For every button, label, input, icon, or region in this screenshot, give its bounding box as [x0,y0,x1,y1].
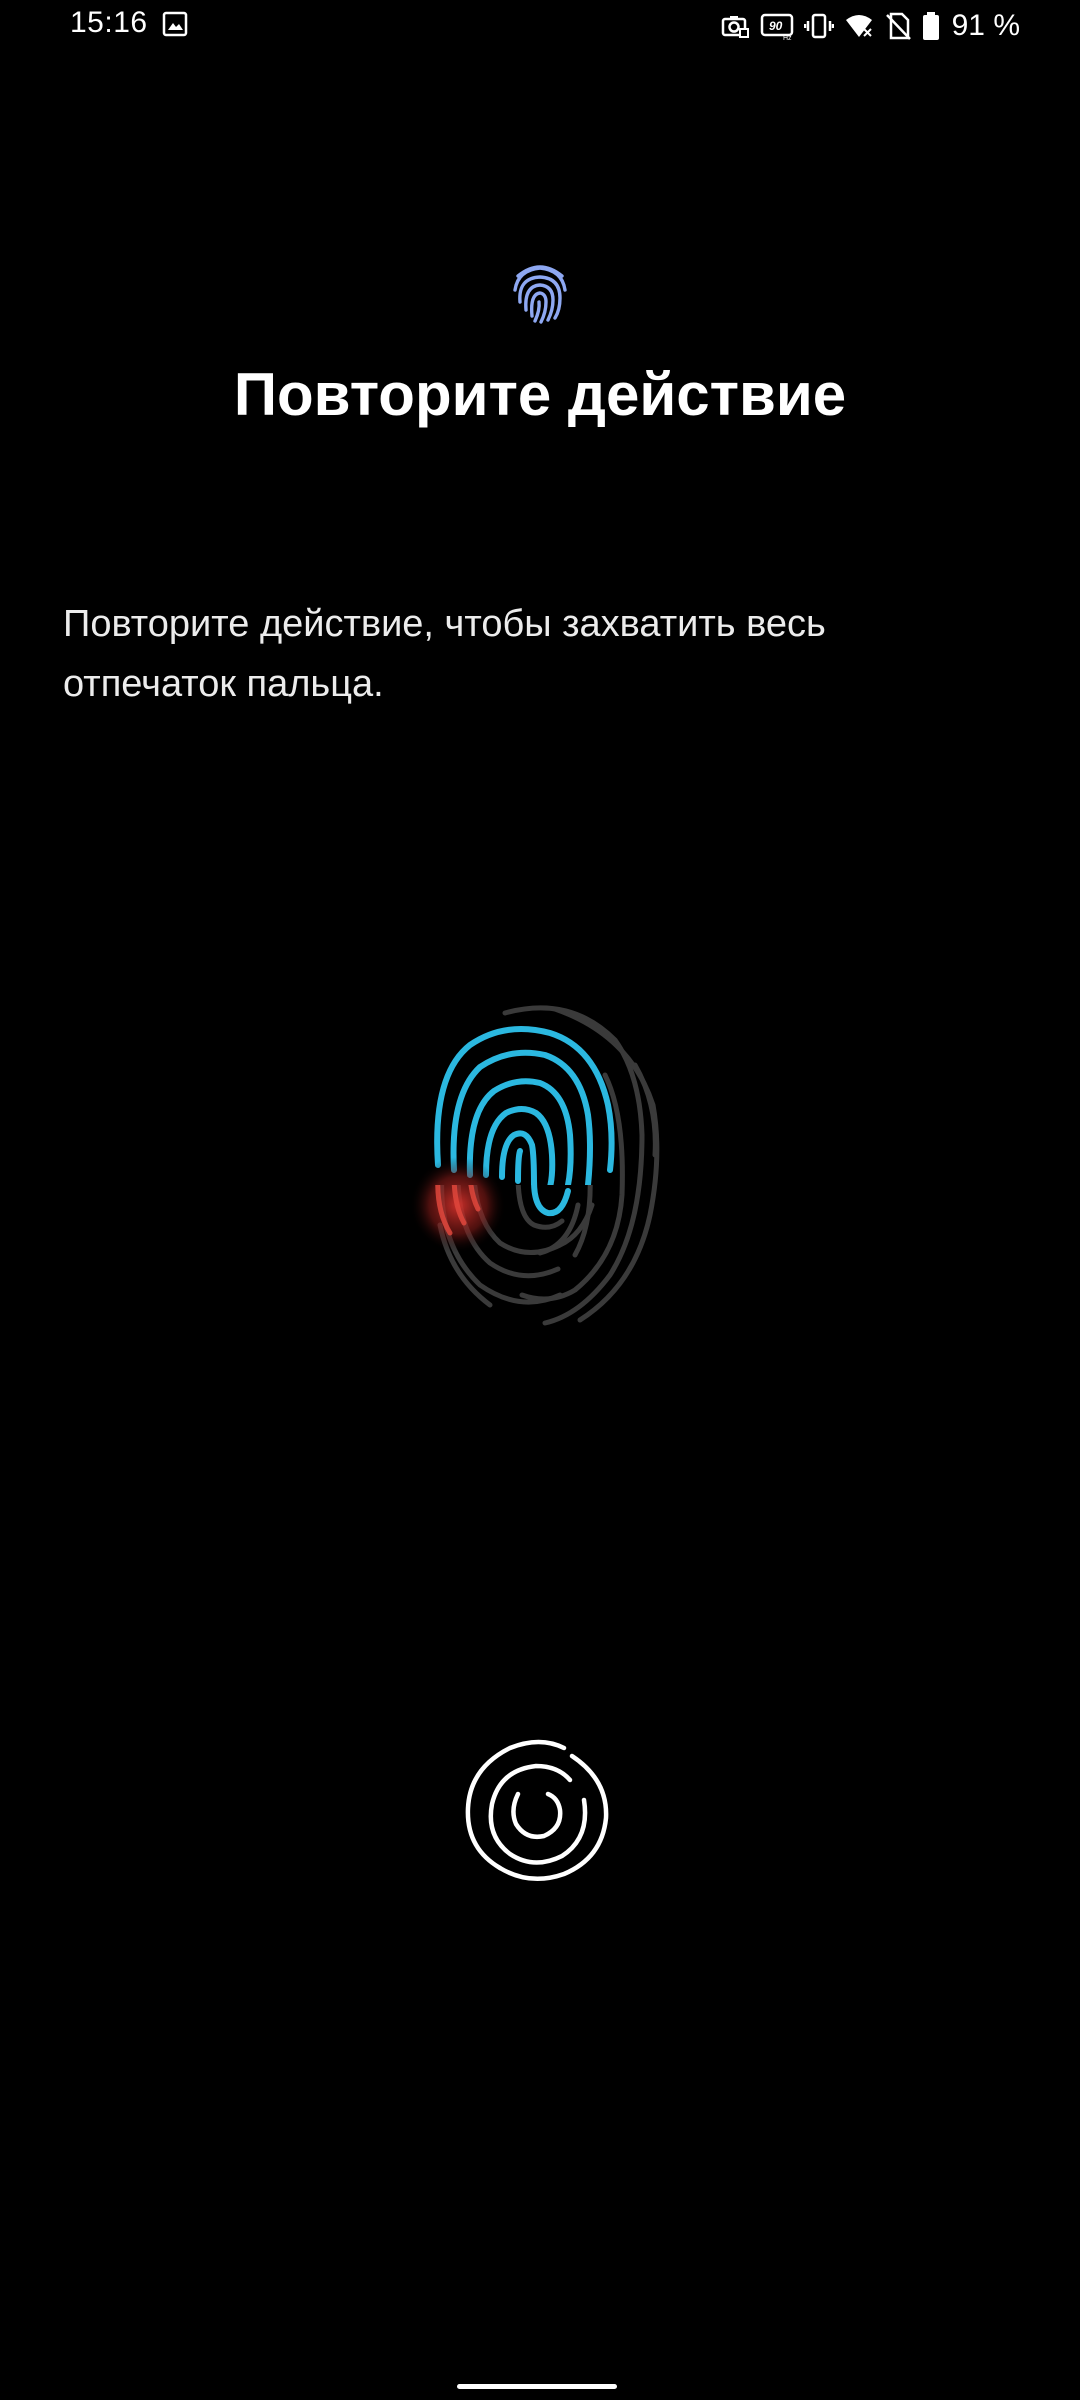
svg-text:Hz: Hz [783,35,792,41]
vibrate-icon [803,13,834,39]
fingerprint-sensor-icon[interactable] [460,1730,615,1885]
gallery-icon [162,11,188,37]
page-title: Повторите действие [233,361,847,428]
status-time: 15:16 [70,6,148,39]
refresh-rate-icon: 90 Hz [760,13,793,41]
no-sim-icon [885,12,911,40]
home-indicator[interactable] [457,2384,617,2389]
fingerprint-icon [513,265,567,324]
status-icons: 90 Hz 91 % [720,6,1020,46]
battery-percent: 91 % [951,9,1020,42]
fingerprint-progress-illustration [410,1005,660,1326]
status-bar: 15:16 90 Hz 91 % [0,0,1080,52]
battery-icon [922,12,939,40]
screenshot-icon [721,16,749,38]
wifi-icon [845,15,872,37]
instruction-text: Повторите действие, чтобы захватить весь… [63,603,826,705]
svg-text:90: 90 [769,19,783,33]
